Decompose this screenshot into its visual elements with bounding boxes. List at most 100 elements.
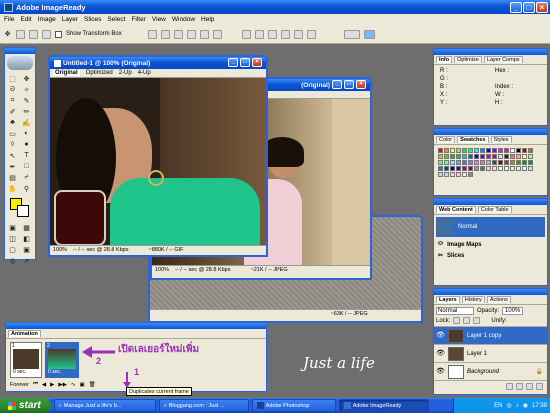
notes-tool-icon[interactable]: ▤ bbox=[8, 173, 17, 182]
color-swatch[interactable] bbox=[503, 159, 509, 165]
color-swatch[interactable] bbox=[473, 147, 479, 153]
web-item-normal[interactable]: Normal bbox=[436, 217, 545, 237]
eye-icon[interactable]: 👁 bbox=[436, 331, 445, 340]
taskbar-item-bloggang[interactable]: e Bloggang.com : Just ... bbox=[158, 399, 249, 412]
zoom-readout[interactable]: 100% bbox=[155, 267, 169, 273]
maximize-button[interactable]: □ bbox=[344, 80, 354, 89]
tray-icon[interactable]: ♪ bbox=[516, 403, 519, 409]
rollover-preview-icon[interactable]: ◫ bbox=[8, 234, 17, 243]
color-swatch[interactable] bbox=[461, 147, 467, 153]
zoom-tool-icon[interactable]: ⚲ bbox=[22, 184, 31, 193]
menu-edit[interactable]: Edit bbox=[20, 16, 31, 23]
lasso-tool-icon[interactable]: ᘐ bbox=[8, 85, 17, 94]
tab-4up[interactable]: 4-Up bbox=[138, 70, 151, 76]
new-layer-icon[interactable] bbox=[526, 383, 533, 390]
type-tool-icon[interactable]: T bbox=[22, 151, 31, 160]
menu-select[interactable]: Select bbox=[107, 16, 125, 23]
next-frame-icon[interactable]: ▶▶ bbox=[58, 382, 66, 388]
color-swatch[interactable] bbox=[497, 153, 503, 159]
magic-wand-icon[interactable]: ✧ bbox=[22, 85, 31, 94]
color-swatch[interactable] bbox=[479, 165, 485, 171]
color-swatch[interactable] bbox=[515, 147, 521, 153]
tray-icon[interactable]: ◎ bbox=[506, 402, 511, 409]
eraser-tool-icon[interactable]: ▭ bbox=[8, 129, 17, 138]
first-frame-icon[interactable]: ⏮ bbox=[33, 381, 38, 388]
color-swatch[interactable] bbox=[455, 153, 461, 159]
slice-tool-icon[interactable]: ✎ bbox=[22, 96, 31, 105]
tab-color-table[interactable]: Color Table bbox=[477, 206, 512, 213]
trash-icon[interactable] bbox=[536, 383, 543, 390]
move-tool-icon[interactable]: ✥ bbox=[3, 30, 12, 39]
color-swatch[interactable] bbox=[467, 147, 473, 153]
document-window-front[interactable]: Untitled-1 @ 100% (Original) _ □ × Origi… bbox=[48, 55, 268, 257]
layer-row[interactable]: 👁 Layer 1 bbox=[434, 345, 547, 363]
tab-web-content[interactable]: Web Content bbox=[436, 206, 476, 213]
color-swatch[interactable] bbox=[515, 165, 521, 171]
menu-layer[interactable]: Layer bbox=[62, 16, 78, 23]
minimize-button[interactable]: _ bbox=[332, 80, 342, 89]
color-swatch[interactable] bbox=[449, 159, 455, 165]
color-swatch[interactable] bbox=[473, 159, 479, 165]
jump-to-photoshop-icon[interactable] bbox=[363, 29, 375, 39]
color-swatch[interactable] bbox=[467, 159, 473, 165]
maximize-button[interactable]: □ bbox=[240, 58, 250, 67]
eye-icon[interactable]: 👁 bbox=[436, 367, 445, 376]
color-swatch[interactable] bbox=[509, 153, 515, 159]
color-swatch[interactable] bbox=[437, 159, 443, 165]
color-swatch[interactable] bbox=[509, 159, 515, 165]
menu-view[interactable]: View bbox=[152, 16, 166, 23]
color-swatch[interactable] bbox=[497, 159, 503, 165]
distribute-icon[interactable] bbox=[306, 29, 316, 39]
tab-color[interactable]: Color bbox=[436, 136, 456, 143]
maximize-button[interactable]: □ bbox=[523, 2, 535, 13]
color-swatch[interactable] bbox=[467, 165, 473, 171]
fullscreen-mode-icon[interactable]: ▣ bbox=[22, 245, 31, 254]
prev-frame-icon[interactable]: ◀ bbox=[42, 382, 46, 388]
color-swatch[interactable] bbox=[521, 147, 527, 153]
color-swatch[interactable] bbox=[443, 171, 449, 177]
color-swatch[interactable] bbox=[455, 171, 461, 177]
close-button[interactable]: × bbox=[252, 58, 262, 67]
color-swatch[interactable] bbox=[443, 147, 449, 153]
color-swatch[interactable] bbox=[461, 153, 467, 159]
tab-info[interactable]: Info bbox=[436, 56, 453, 63]
color-swatch[interactable] bbox=[521, 159, 527, 165]
color-swatch[interactable] bbox=[461, 165, 467, 171]
color-swatch[interactable] bbox=[491, 147, 497, 153]
color-swatch[interactable] bbox=[437, 153, 443, 159]
align-middle-icon[interactable] bbox=[160, 29, 170, 39]
color-swatch[interactable] bbox=[437, 171, 443, 177]
color-swatch[interactable] bbox=[497, 147, 503, 153]
color-swatch[interactable] bbox=[491, 153, 497, 159]
color-swatch[interactable] bbox=[443, 159, 449, 165]
color-swatch[interactable] bbox=[503, 165, 509, 171]
color-swatch[interactable] bbox=[491, 159, 497, 165]
menu-help[interactable]: Help bbox=[201, 16, 214, 23]
start-button[interactable]: start bbox=[0, 398, 51, 413]
blend-mode-select[interactable]: Normal bbox=[436, 307, 474, 315]
tab-optimize[interactable]: Optimize bbox=[454, 56, 482, 63]
link-layers-icon[interactable] bbox=[506, 383, 513, 390]
eyedropper-icon[interactable]: ⌿ bbox=[22, 173, 31, 182]
web-item-image-maps[interactable]: ⬭ Image Maps bbox=[434, 239, 547, 250]
move-tool-icon[interactable]: ✥ bbox=[22, 74, 31, 83]
color-swatch[interactable] bbox=[455, 165, 461, 171]
lock-position-icon[interactable] bbox=[473, 317, 481, 324]
menu-image[interactable]: Image bbox=[38, 16, 56, 23]
color-swatch[interactable] bbox=[503, 147, 509, 153]
close-button[interactable]: × bbox=[536, 2, 548, 13]
taskbar-item-photoshop[interactable]: Adobe Photoshop bbox=[251, 399, 336, 412]
loop-select[interactable]: Forever bbox=[10, 382, 29, 388]
color-swatch[interactable] bbox=[485, 159, 491, 165]
animation-frame-1[interactable]: 1 0 sec. bbox=[10, 342, 42, 378]
tool-option-icon[interactable] bbox=[16, 29, 25, 39]
shape-tool-icon[interactable]: □ bbox=[22, 162, 31, 171]
brush-tool-icon[interactable]: ✐ bbox=[8, 107, 17, 116]
close-button[interactable]: × bbox=[356, 80, 366, 89]
color-swatch[interactable] bbox=[437, 165, 443, 171]
align-right-icon[interactable] bbox=[212, 29, 222, 39]
color-swatch[interactable] bbox=[479, 153, 485, 159]
web-item-slices[interactable]: ✂ Slices bbox=[434, 250, 547, 261]
menu-window[interactable]: Window bbox=[172, 16, 195, 23]
minimize-button[interactable]: _ bbox=[510, 2, 522, 13]
